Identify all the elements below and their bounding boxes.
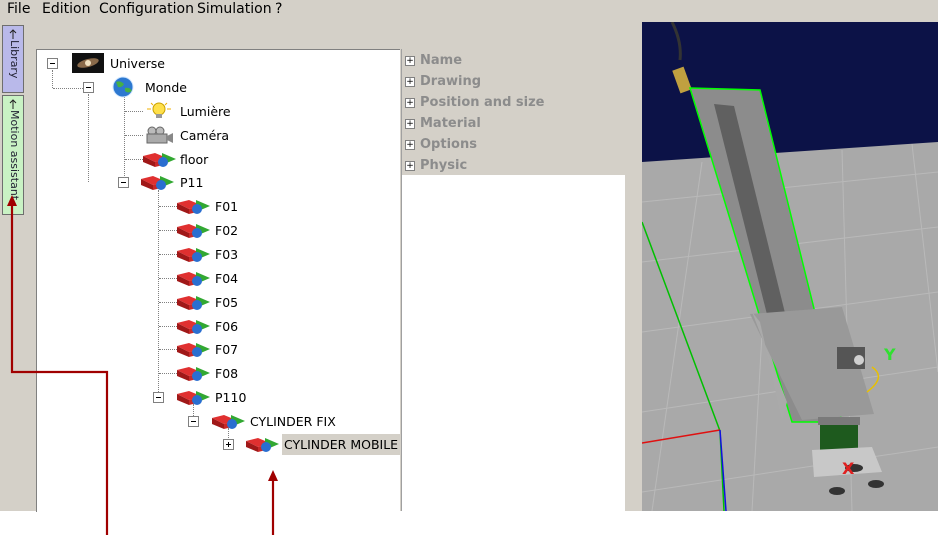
- arrow-head-icon: [7, 195, 17, 206]
- annotation-arrows: [7, 195, 278, 535]
- arrow-head-icon: [268, 470, 278, 481]
- arrow-to-motion-assistant: [10, 205, 109, 535]
